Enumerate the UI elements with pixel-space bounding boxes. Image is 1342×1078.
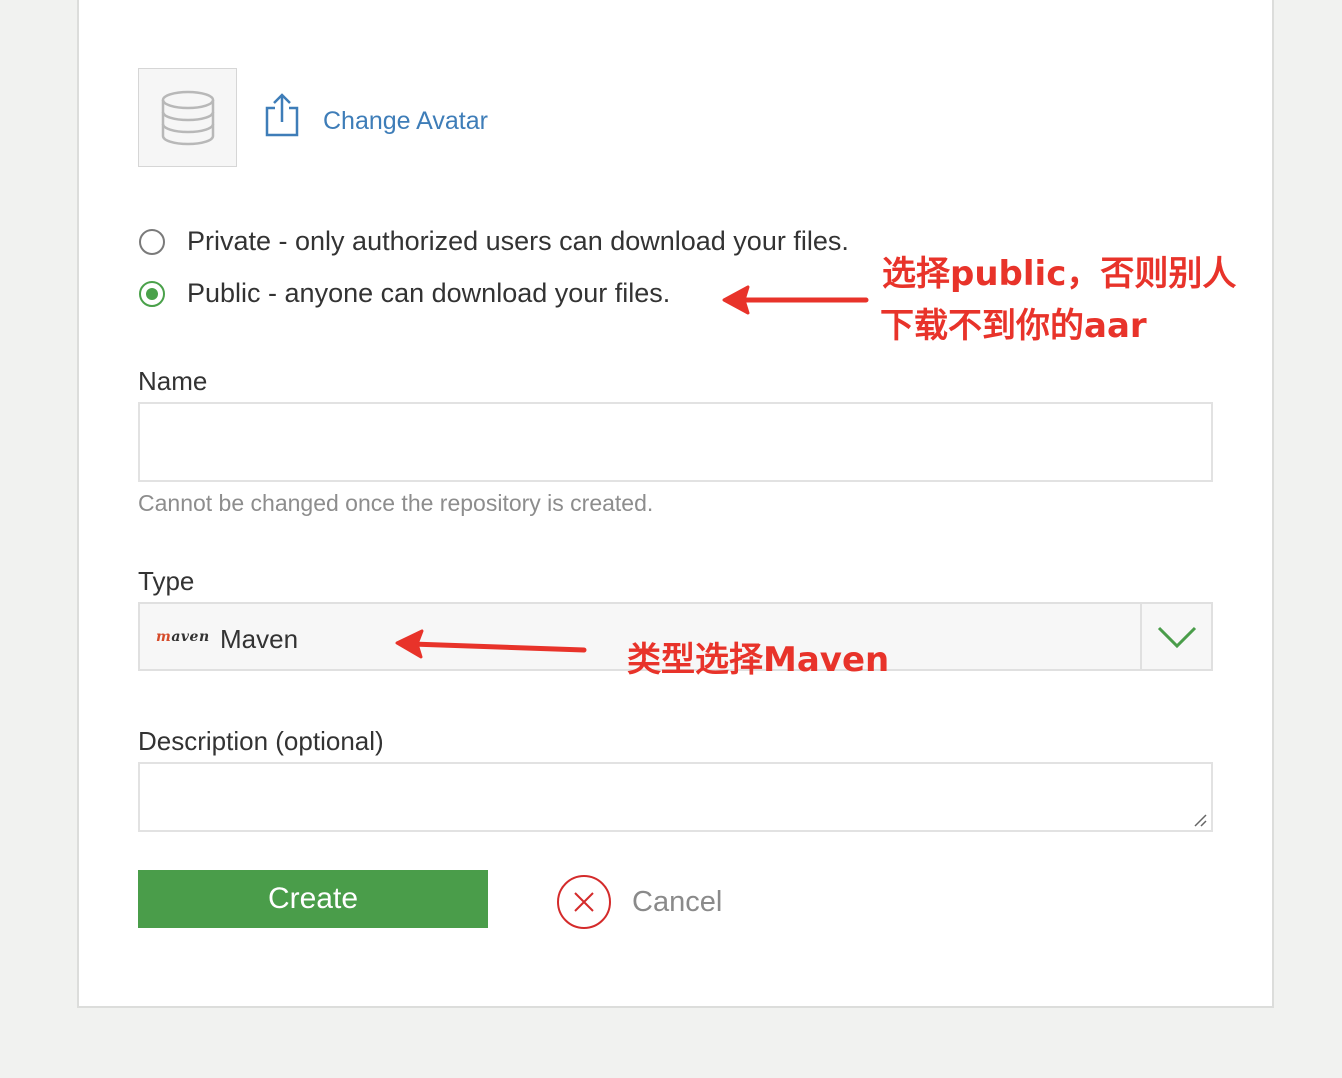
public-annotation-line2: 下载不到你的aar [880, 306, 1147, 346]
type-annotation: 类型选择Maven [627, 640, 890, 680]
type-annotation-arrow [409, 641, 587, 653]
annotation-arrows [395, 285, 869, 659]
public-annotation-line1: 选择public，否则别人 [882, 254, 1237, 294]
public-annotation-arrowhead [722, 285, 750, 315]
type-annotation-arrowhead [395, 629, 424, 659]
